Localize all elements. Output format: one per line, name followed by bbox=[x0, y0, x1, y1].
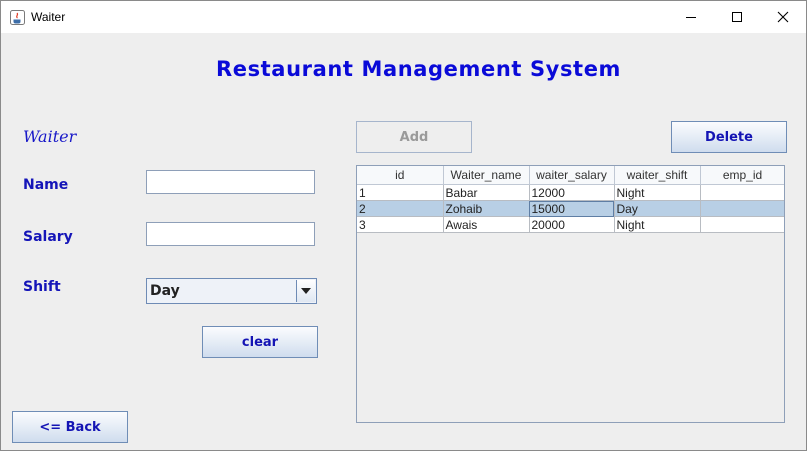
chevron-down-icon bbox=[301, 288, 311, 294]
column-header[interactable]: waiter_shift bbox=[614, 166, 701, 185]
table-cell[interactable] bbox=[700, 216, 784, 233]
table-row[interactable]: 1 Babar 12000 Night bbox=[357, 184, 784, 201]
page-title: Restaurant Management System bbox=[215, 57, 622, 81]
maximize-icon bbox=[732, 12, 742, 22]
java-app-icon bbox=[10, 10, 25, 25]
table-cell[interactable] bbox=[700, 184, 784, 201]
shift-dropdown[interactable]: Day bbox=[146, 278, 317, 304]
table-cell[interactable]: Babar bbox=[443, 184, 530, 201]
table-cell[interactable]: 20000 bbox=[529, 216, 615, 233]
column-header[interactable]: emp_id bbox=[700, 166, 784, 185]
minimize-button[interactable] bbox=[668, 1, 714, 33]
table-cell[interactable]: 2 bbox=[357, 200, 444, 217]
shift-selected-value: Day bbox=[150, 283, 180, 299]
salary-label: Salary bbox=[23, 229, 73, 245]
table-cell[interactable]: Day bbox=[614, 200, 701, 217]
name-label: Name bbox=[23, 177, 69, 193]
table-cell[interactable] bbox=[700, 200, 784, 217]
table-cell[interactable]: Zohaib bbox=[443, 200, 530, 217]
column-header[interactable]: id bbox=[357, 166, 444, 185]
salary-input[interactable] bbox=[146, 222, 315, 246]
section-title: Waiter bbox=[23, 127, 77, 146]
column-header[interactable]: waiter_salary bbox=[529, 166, 615, 185]
waiter-window: Waiter Restaurant Management System Wait… bbox=[0, 0, 807, 451]
close-window-button[interactable] bbox=[760, 1, 806, 33]
table-cell[interactable]: Night bbox=[614, 184, 701, 201]
delete-button[interactable]: Delete bbox=[671, 121, 787, 153]
shift-label: Shift bbox=[23, 279, 61, 295]
window-title: Waiter bbox=[31, 10, 66, 24]
table-cell[interactable]: Night bbox=[614, 216, 701, 233]
main-panel: Restaurant Management System Waiter Name… bbox=[1, 33, 806, 450]
table-row[interactable]: 3 Awais 20000 Night bbox=[357, 216, 784, 233]
title-bar[interactable]: Waiter bbox=[1, 1, 806, 33]
table-row-selected[interactable]: 2 Zohaib 15000 Day bbox=[357, 200, 784, 217]
dropdown-arrow-button[interactable] bbox=[296, 280, 315, 302]
waiter-table[interactable]: id Waiter_name waiter_salary waiter_shif… bbox=[356, 165, 785, 423]
table-cell-focused[interactable]: 15000 bbox=[529, 200, 615, 217]
table-header-row: id Waiter_name waiter_salary waiter_shif… bbox=[357, 166, 784, 185]
clear-button[interactable]: clear bbox=[202, 326, 318, 358]
table-cell[interactable]: Awais bbox=[443, 216, 530, 233]
maximize-button[interactable] bbox=[714, 1, 760, 33]
minimize-icon bbox=[686, 17, 696, 18]
column-header[interactable]: Waiter_name bbox=[443, 166, 530, 185]
table-cell[interactable]: 12000 bbox=[529, 184, 615, 201]
name-input[interactable] bbox=[146, 170, 315, 194]
table-cell[interactable]: 1 bbox=[357, 184, 444, 201]
back-button[interactable]: <= Back bbox=[12, 411, 128, 443]
close-icon bbox=[777, 11, 789, 23]
add-button[interactable]: Add bbox=[356, 121, 472, 153]
table-cell[interactable]: 3 bbox=[357, 216, 444, 233]
